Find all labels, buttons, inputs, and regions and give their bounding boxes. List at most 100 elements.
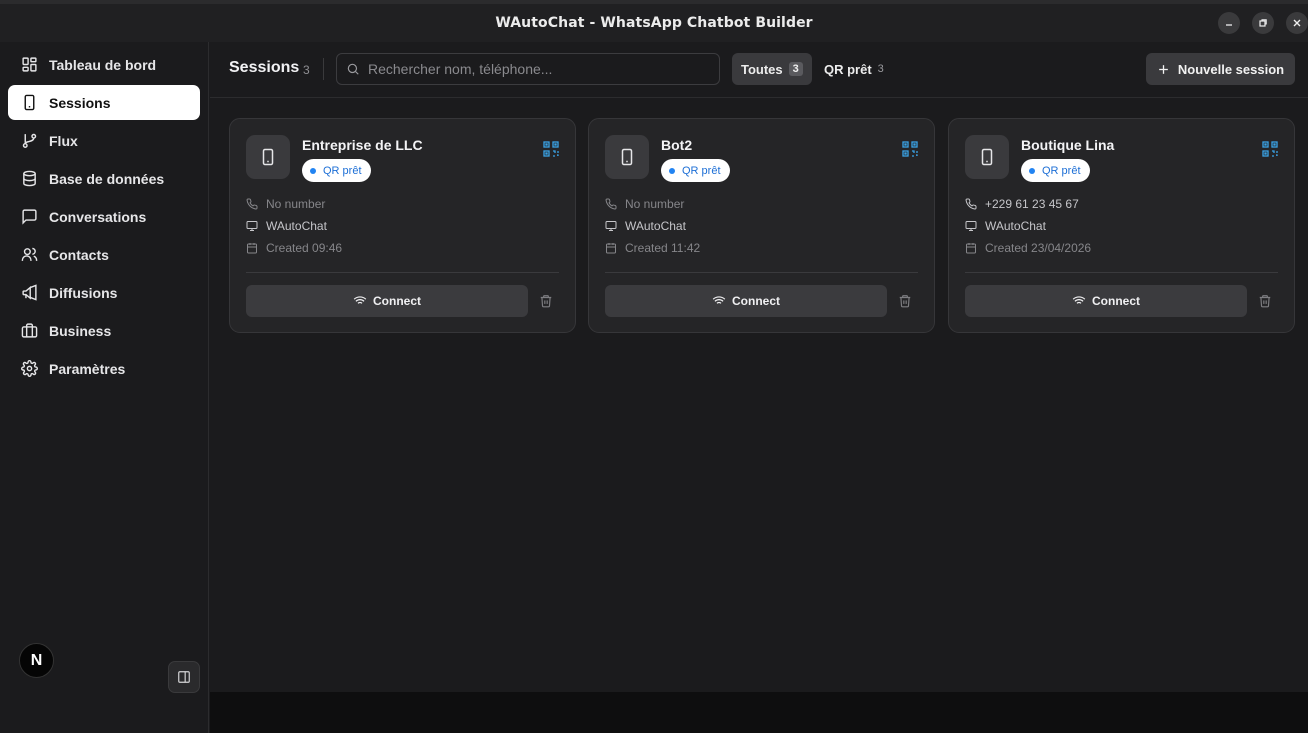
connect-button[interactable]: Connect bbox=[965, 285, 1247, 317]
card-divider bbox=[605, 272, 918, 273]
sidebar-item-label: Flux bbox=[49, 132, 78, 149]
monitor-icon bbox=[246, 221, 258, 231]
sidebar-item-database[interactable]: Base de données bbox=[8, 161, 200, 196]
filter-count: 3 bbox=[788, 62, 803, 76]
restore-icon bbox=[1259, 19, 1267, 27]
search-input[interactable] bbox=[368, 61, 708, 77]
created-date: Created 11:42 bbox=[625, 241, 701, 255]
plus-icon bbox=[1159, 64, 1168, 74]
session-name: Bot2 bbox=[661, 137, 693, 153]
avatar[interactable]: N bbox=[19, 643, 54, 678]
card-divider bbox=[246, 272, 559, 273]
smartphone-icon bbox=[621, 148, 633, 166]
source-row: WAutoChat bbox=[246, 219, 327, 233]
page-title: Sessions bbox=[229, 59, 300, 76]
card-divider bbox=[965, 272, 1278, 273]
sidebar-item-settings[interactable]: Paramètres bbox=[8, 351, 200, 386]
smartphone-icon bbox=[262, 148, 274, 166]
sidebar-toggle-button[interactable] bbox=[168, 661, 200, 693]
sidebar: Tableau de bord Sessions Flux Base de do… bbox=[0, 42, 209, 733]
panel-left-icon bbox=[178, 671, 190, 683]
created-row: Created 11:42 bbox=[605, 241, 700, 255]
footer-strip bbox=[210, 692, 1308, 733]
phone-icon bbox=[965, 198, 977, 210]
close-icon bbox=[1293, 19, 1301, 27]
close-button[interactable] bbox=[1286, 12, 1308, 34]
source-name: WAutoChat bbox=[266, 219, 327, 233]
created-date: Created 23/04/2026 bbox=[985, 241, 1092, 255]
new-session-label: Nouvelle session bbox=[1177, 61, 1285, 77]
sidebar-item-label: Sessions bbox=[49, 94, 111, 111]
session-name: Entreprise de LLC bbox=[302, 137, 423, 153]
dashboard-icon bbox=[20, 56, 38, 74]
phone-icon bbox=[605, 198, 617, 210]
monitor-icon bbox=[965, 221, 977, 231]
sidebar-item-label: Contacts bbox=[49, 246, 109, 263]
sidebar-item-label: Tableau de bord bbox=[49, 56, 157, 73]
minimize-button[interactable] bbox=[1218, 12, 1240, 34]
users-icon bbox=[20, 246, 38, 264]
page-header: Sessions 3 Toutes 3 QR prêt 3 Nouvelle s… bbox=[210, 42, 1308, 98]
header-divider bbox=[323, 58, 324, 80]
status-label: QR prêt bbox=[682, 164, 721, 177]
calendar-icon bbox=[247, 243, 257, 254]
search-box[interactable] bbox=[336, 53, 720, 85]
sidebar-item-flux[interactable]: Flux bbox=[8, 123, 200, 158]
trash-icon[interactable] bbox=[1258, 293, 1272, 309]
sidebar-item-label: Base de données bbox=[49, 170, 165, 187]
monitor-icon bbox=[605, 221, 617, 231]
filter-qr-ready-tab[interactable]: QR prêt 3 bbox=[815, 53, 893, 85]
smartphone-icon bbox=[20, 94, 38, 112]
device-avatar bbox=[246, 135, 290, 179]
wifi-icon bbox=[1072, 296, 1086, 307]
status-dot bbox=[310, 167, 316, 174]
wifi-icon bbox=[712, 296, 726, 307]
status-badge: QR prêt bbox=[661, 159, 730, 182]
connect-label: Connect bbox=[373, 294, 421, 308]
connect-button[interactable]: Connect bbox=[246, 285, 528, 317]
wifi-icon bbox=[353, 296, 367, 307]
megaphone-icon bbox=[20, 284, 38, 302]
qr-code-icon[interactable] bbox=[902, 141, 918, 157]
sidebar-item-dashboard[interactable]: Tableau de bord bbox=[8, 47, 200, 82]
smartphone-icon bbox=[981, 148, 993, 166]
phone-row: No number bbox=[246, 197, 325, 211]
settings-icon bbox=[20, 360, 38, 378]
trash-icon[interactable] bbox=[539, 293, 553, 309]
sidebar-item-business[interactable]: Business bbox=[8, 313, 200, 348]
session-card: Boutique Lina QR prêt +229 61 23 45 67 W… bbox=[948, 118, 1295, 333]
status-label: QR prêt bbox=[1042, 164, 1081, 177]
filter-all-tab[interactable]: Toutes 3 bbox=[732, 53, 812, 85]
qr-code-icon[interactable] bbox=[1262, 141, 1278, 157]
new-session-button[interactable]: Nouvelle session bbox=[1146, 53, 1295, 85]
device-avatar bbox=[605, 135, 649, 179]
main-content: Sessions 3 Toutes 3 QR prêt 3 Nouvelle s… bbox=[210, 42, 1308, 692]
sidebar-item-label: Business bbox=[49, 322, 112, 339]
git-branch-icon bbox=[20, 132, 38, 150]
phone-row: +229 61 23 45 67 bbox=[965, 197, 1079, 211]
source-row: WAutoChat bbox=[605, 219, 686, 233]
sidebar-item-sessions[interactable]: Sessions bbox=[8, 85, 200, 120]
calendar-icon bbox=[966, 243, 976, 254]
source-row: WAutoChat bbox=[965, 219, 1046, 233]
sidebar-item-contacts[interactable]: Contacts bbox=[8, 237, 200, 272]
status-badge: QR prêt bbox=[302, 159, 371, 182]
created-date: Created 09:46 bbox=[266, 241, 343, 255]
phone-number: +229 61 23 45 67 bbox=[985, 197, 1079, 211]
trash-icon[interactable] bbox=[898, 293, 912, 309]
phone-number: No number bbox=[625, 197, 685, 211]
sidebar-item-conversations[interactable]: Conversations bbox=[8, 199, 200, 234]
created-row: Created 23/04/2026 bbox=[965, 241, 1091, 255]
status-label: QR prêt bbox=[323, 164, 362, 177]
created-row: Created 09:46 bbox=[246, 241, 342, 255]
qr-code-icon[interactable] bbox=[543, 141, 559, 157]
sidebar-item-diffusions[interactable]: Diffusions bbox=[8, 275, 200, 310]
maximize-button[interactable] bbox=[1252, 12, 1274, 34]
minimize-icon bbox=[1226, 24, 1232, 26]
sidebar-item-label: Conversations bbox=[49, 208, 147, 225]
phone-icon bbox=[246, 198, 258, 210]
session-count: 3 bbox=[303, 63, 310, 77]
filter-label: QR prêt bbox=[824, 61, 872, 77]
connect-button[interactable]: Connect bbox=[605, 285, 887, 317]
sidebar-item-label: Paramètres bbox=[49, 360, 126, 377]
